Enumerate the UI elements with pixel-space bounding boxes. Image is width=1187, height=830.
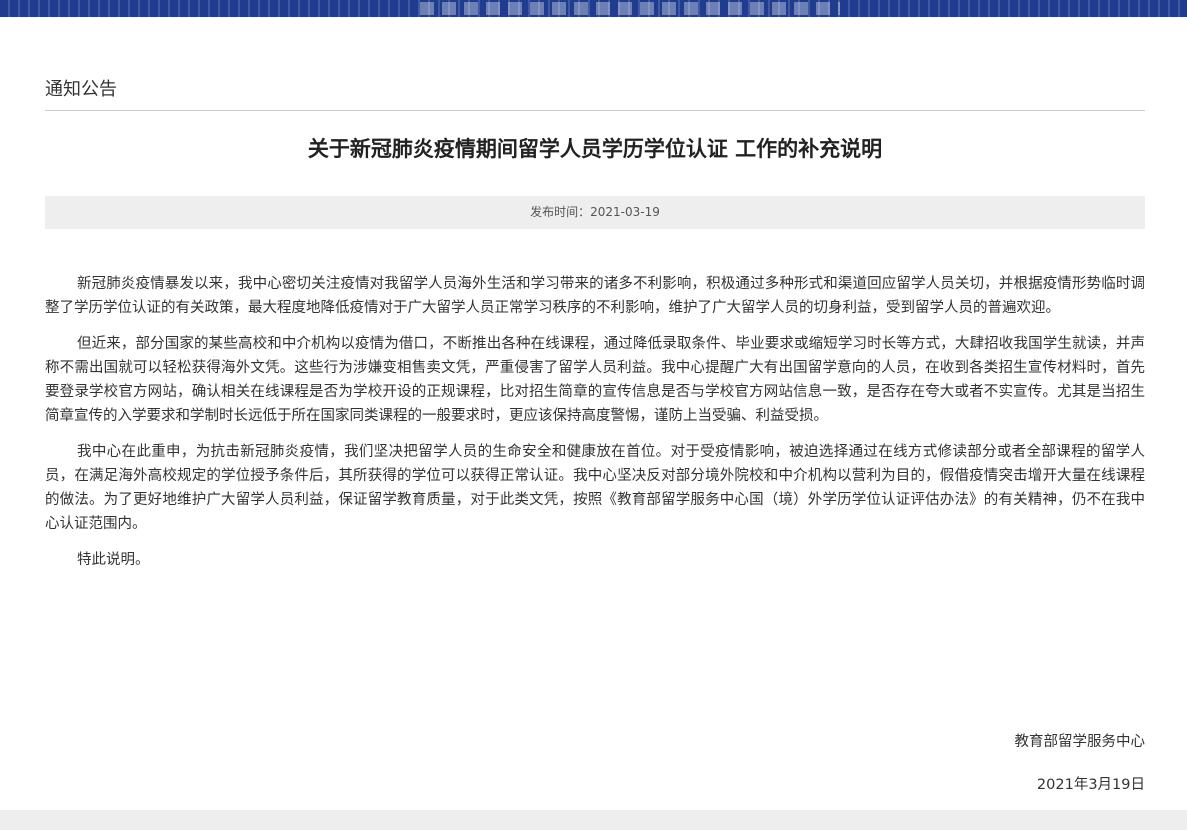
paragraph: 特此说明。 (77, 552, 150, 568)
paragraph: 我中心在此重申，为抗击新冠肺炎疫情，我们坚决把留学人员的生命安全和健康放在首位。… (45, 444, 1145, 532)
signature-block: 教育部留学服务中心 2021年3月19日 (1015, 732, 1146, 795)
footer-bar (0, 810, 1187, 830)
banner-decoration (420, 2, 840, 15)
section-divider (45, 110, 1145, 111)
paragraph: 新冠肺炎疫情暴发以来，我中心密切关注疫情对我留学人员海外生活和学习带来的诸多不利… (45, 276, 1145, 316)
signature-date: 2021年3月19日 (1036, 777, 1145, 793)
section-title: 通知公告 (45, 79, 117, 100)
publish-time: 发布时间：2021-03-19 (530, 205, 660, 219)
article-title: 关于新冠肺炎疫情期间留学人员学历学位认证 工作的补充说明 (307, 137, 883, 161)
signature-org: 教育部留学服务中心 (1014, 734, 1146, 750)
publish-info-bar: 发布时间：2021-03-19 (45, 196, 1145, 229)
article-body: 新冠肺炎疫情暴发以来，我中心密切关注疫情对我留学人员海外生活和学习带来的诸多不利… (45, 272, 1145, 584)
paragraph: 但近来，部分国家的某些高校和中介机构以疫情为借口，不断推出各种在线课程，通过降低… (45, 336, 1145, 424)
header-banner (0, 0, 1187, 17)
